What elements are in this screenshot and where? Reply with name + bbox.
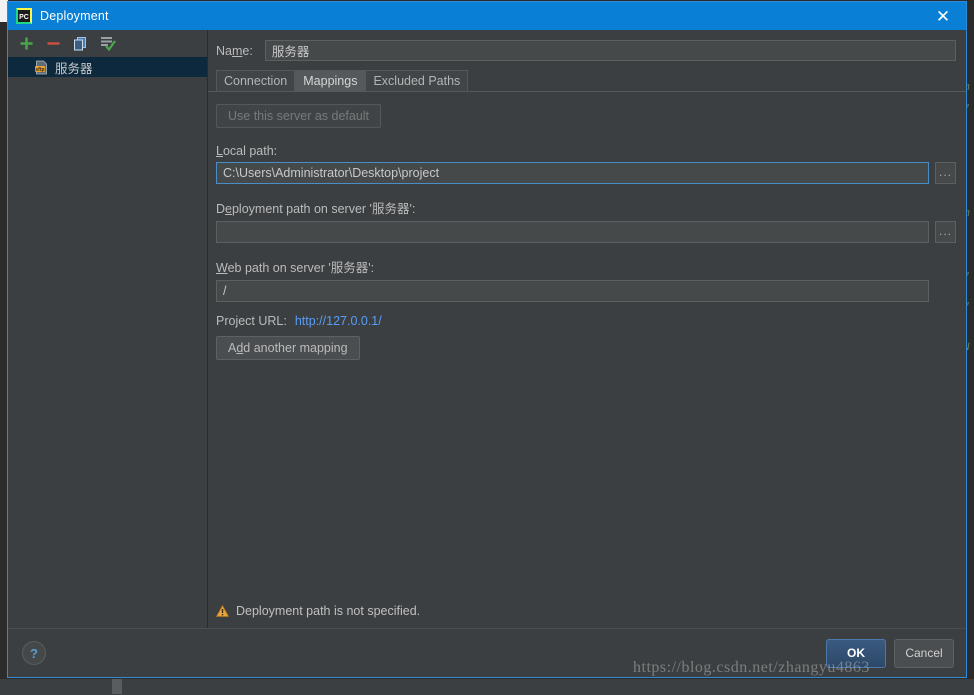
- remove-icon[interactable]: [45, 35, 62, 52]
- set-default-icon[interactable]: [99, 35, 116, 52]
- dialog-title: Deployment: [40, 9, 109, 23]
- copy-icon[interactable]: [72, 35, 89, 52]
- deployment-path-row: ...: [216, 221, 956, 243]
- help-icon[interactable]: ?: [22, 641, 46, 665]
- add-icon[interactable]: [18, 35, 35, 52]
- dialog-body: sftp 服务器 Name: Connection Mappings Exclu…: [8, 30, 966, 628]
- web-path-row: [216, 280, 956, 302]
- cancel-button[interactable]: Cancel: [894, 638, 954, 668]
- list-item-label: 服务器: [55, 61, 93, 76]
- close-icon[interactable]: ✕: [920, 2, 966, 30]
- local-path-label: Local path:: [216, 144, 278, 158]
- sftp-icon: sftp: [34, 60, 49, 75]
- tab-connection[interactable]: Connection: [216, 70, 296, 91]
- web-path-input[interactable]: [216, 280, 929, 302]
- server-list[interactable]: sftp 服务器: [8, 56, 207, 628]
- status-cell: [688, 679, 974, 694]
- name-label: Name:: [216, 43, 253, 58]
- validation-warning: Deployment path is not specified.: [208, 604, 966, 628]
- deployment-path-input[interactable]: [216, 221, 929, 243]
- tab-mappings[interactable]: Mappings: [295, 70, 366, 91]
- footer-buttons: OK Cancel: [826, 638, 954, 668]
- dialog-content: Name: Connection Mappings Excluded Paths…: [208, 30, 966, 628]
- ok-button[interactable]: OK: [826, 638, 886, 668]
- name-input[interactable]: [264, 40, 956, 61]
- deployment-dialog: PC Deployment ✕ sftp 服务器 Name: 服务器 Conne…: [7, 1, 967, 678]
- project-url-link[interactable]: http://127.0.0.1/: [295, 314, 382, 328]
- sidebar-toolbar: [8, 30, 207, 56]
- use-server-as-default-button[interactable]: Use this server as default: [216, 104, 382, 128]
- dialog-titlebar[interactable]: PC Deployment ✕: [8, 2, 966, 30]
- deployment-path-label: Deployment path on server '服务器':: [216, 202, 416, 216]
- status-cell: [122, 679, 195, 694]
- tab-excluded-paths[interactable]: Excluded Paths: [365, 70, 469, 91]
- svg-text:PC: PC: [19, 14, 29, 21]
- local-path-browse-button[interactable]: ...: [935, 162, 956, 184]
- warning-text: Deployment path is not specified.: [236, 604, 421, 618]
- status-cell: [580, 679, 689, 694]
- status-scrollbar-thumb[interactable]: [112, 679, 122, 694]
- add-another-mapping-button[interactable]: Add another mapping: [216, 336, 360, 360]
- deployment-path-browse-button[interactable]: ...: [935, 221, 956, 243]
- svg-text:sftp: sftp: [35, 67, 44, 73]
- local-path-input[interactable]: [216, 162, 929, 184]
- name-row: Name:: [208, 30, 966, 69]
- server-sidebar: sftp 服务器: [8, 30, 208, 628]
- warning-triangle-icon: [215, 604, 230, 617]
- project-url-row: Project URL: http://127.0.0.1/: [216, 314, 956, 328]
- status-cell: [0, 679, 79, 694]
- mappings-pane: Use this server as default Local path: .…: [208, 92, 966, 604]
- web-path-label: Web path on server '服务器':: [216, 261, 375, 275]
- project-url-label: Project URL:: [216, 314, 287, 328]
- tab-bar: Connection Mappings Excluded Paths: [208, 69, 966, 91]
- list-item[interactable]: sftp 服务器: [8, 57, 207, 77]
- status-cell: [194, 679, 581, 694]
- pycharm-icon: PC: [16, 8, 32, 24]
- local-path-row: ...: [216, 162, 956, 184]
- dialog-footer: ? OK Cancel: [8, 628, 966, 677]
